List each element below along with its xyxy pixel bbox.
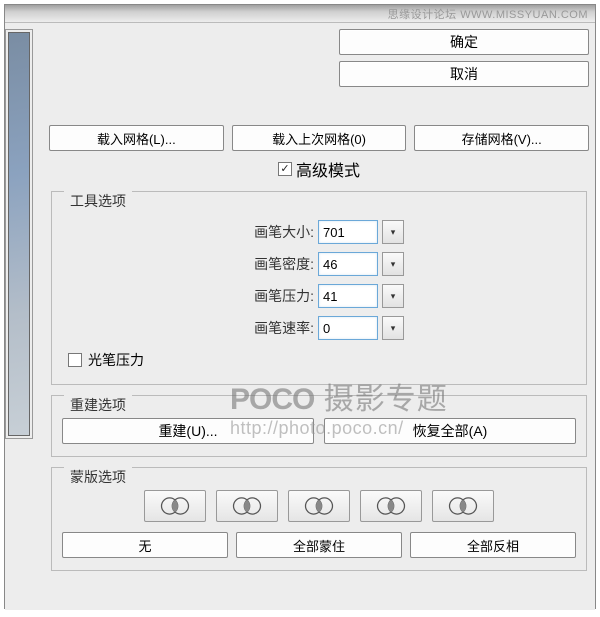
mask-preset-5[interactable] xyxy=(432,490,494,522)
load-last-mesh-button[interactable]: 载入上次网格(0) xyxy=(232,125,407,151)
cancel-button[interactable]: 取消 xyxy=(339,61,589,87)
mask-overlap-icon xyxy=(373,495,409,517)
brush-rate-label: 画笔速率: xyxy=(234,318,314,338)
advanced-mode-checkbox[interactable]: ✓ xyxy=(278,162,292,176)
reconstruct-button[interactable]: 重建(U)... xyxy=(62,418,314,444)
mask-group: 蒙版选项 xyxy=(51,467,587,571)
restore-all-button[interactable]: 恢复全部(A) xyxy=(324,418,576,444)
brush-density-input[interactable] xyxy=(318,252,378,276)
stylus-pressure-label: 光笔压力 xyxy=(88,350,144,370)
reconstruct-group: 重建选项 重建(U)... 恢复全部(A) xyxy=(51,395,587,457)
brush-density-dropdown[interactable]: ▾ xyxy=(382,252,404,276)
dialog-window: 确定 取消 载入网格(L)... 载入上次网格(0) 存储网格(V)... ✓ … xyxy=(4,4,596,609)
preview-image xyxy=(9,33,29,435)
mask-invert-button[interactable]: 全部反相 xyxy=(410,532,576,558)
ok-button[interactable]: 确定 xyxy=(339,29,589,55)
brush-rate-dropdown[interactable]: ▾ xyxy=(382,316,404,340)
brush-size-label: 画笔大小: xyxy=(234,222,314,242)
mask-all-button[interactable]: 全部蒙住 xyxy=(236,532,402,558)
brush-size-input[interactable] xyxy=(318,220,378,244)
preview-pane xyxy=(5,23,43,610)
mask-overlap-icon xyxy=(301,495,337,517)
brush-size-dropdown[interactable]: ▾ xyxy=(382,220,404,244)
mask-overlap-icon xyxy=(157,495,193,517)
tool-options-legend: 工具选项 xyxy=(64,191,132,211)
mask-overlap-icon xyxy=(229,495,265,517)
tool-options-group: 工具选项 画笔大小: ▾ 画笔密度: ▾ 画笔压力: ▾ 画笔速率 xyxy=(51,191,587,385)
mask-legend: 蒙版选项 xyxy=(64,467,132,487)
save-mesh-button[interactable]: 存储网格(V)... xyxy=(414,125,589,151)
reconstruct-legend: 重建选项 xyxy=(64,395,132,415)
watermark-top: 思缘设计论坛 WWW.MISSYUAN.COM xyxy=(388,6,588,22)
brush-pressure-input[interactable] xyxy=(318,284,378,308)
mask-preset-1[interactable] xyxy=(144,490,206,522)
mask-preset-3[interactable] xyxy=(288,490,350,522)
brush-pressure-dropdown[interactable]: ▾ xyxy=(382,284,404,308)
advanced-mode-label: 高级模式 xyxy=(296,157,360,181)
mask-overlap-icon xyxy=(445,495,481,517)
brush-rate-input[interactable] xyxy=(318,316,378,340)
mask-preset-2[interactable] xyxy=(216,490,278,522)
brush-density-label: 画笔密度: xyxy=(234,254,314,274)
load-mesh-button[interactable]: 载入网格(L)... xyxy=(49,125,224,151)
mask-preset-4[interactable] xyxy=(360,490,422,522)
brush-pressure-label: 画笔压力: xyxy=(234,286,314,306)
mask-none-button[interactable]: 无 xyxy=(62,532,228,558)
stylus-pressure-checkbox[interactable] xyxy=(68,353,82,367)
